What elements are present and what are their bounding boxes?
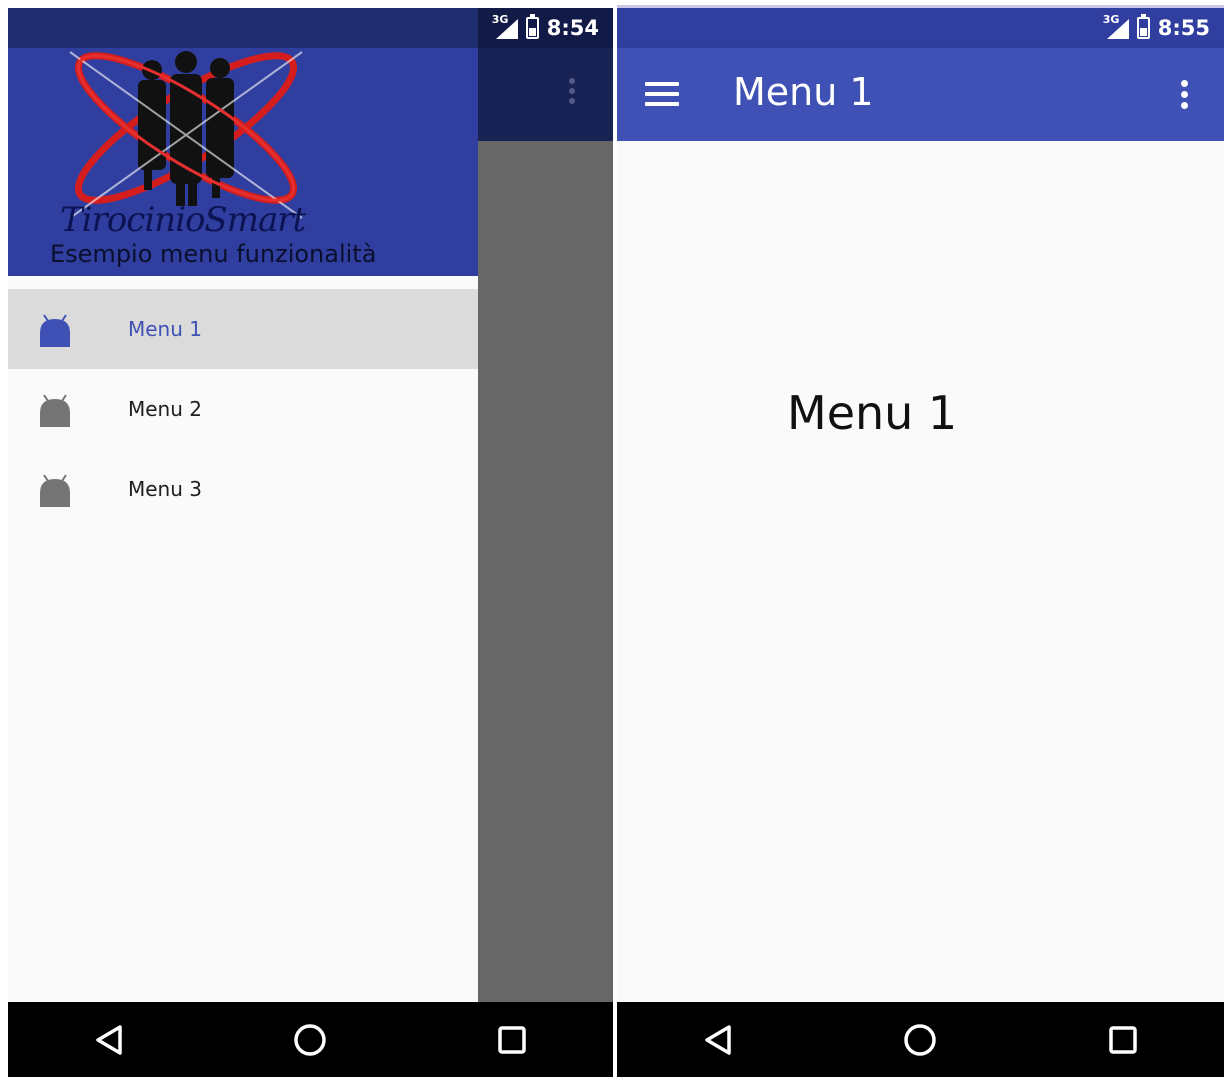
recents-square-icon [1109, 1025, 1137, 1054]
drawer-item-menu-1[interactable]: Menu 1 [8, 289, 478, 369]
drawer-subtitle: Esempio menu funzionalità [50, 240, 377, 268]
recents-square-icon [498, 1025, 526, 1054]
back-triangle-icon [96, 1024, 122, 1055]
drawer-header: TirocinioSmart Esempio menu funzionalità [8, 48, 478, 276]
main-content: Menu 1 [617, 141, 1224, 1002]
toolbar-title: Menu 1 [733, 70, 874, 114]
drawer-item-label: Menu 3 [128, 477, 202, 501]
home-circle-icon [904, 1023, 937, 1056]
drawer-menu: Menu 1 Menu 2 Menu 3 [8, 289, 478, 529]
dimmed-overflow-icon [565, 78, 579, 112]
app-toolbar: Menu 1 [617, 48, 1224, 141]
phone-screen-content: 3G 8:55 Menu 1 Menu 1 [617, 8, 1224, 1077]
system-nav-bar [8, 1002, 613, 1077]
back-triangle-icon [705, 1024, 731, 1055]
drawer-status-bar [8, 8, 478, 48]
business-team-logo [69, 51, 303, 219]
nav-back-button[interactable] [698, 1020, 738, 1060]
status-time: 8:55 [1157, 16, 1210, 40]
drawer-item-label: Menu 1 [128, 317, 202, 341]
hamburger-menu-icon[interactable] [645, 82, 679, 108]
drawer-scrim[interactable] [478, 141, 613, 1002]
overflow-menu-icon[interactable] [1177, 80, 1191, 114]
content-heading: Menu 1 [787, 386, 958, 440]
home-circle-icon [294, 1023, 327, 1056]
status-time: 8:54 [546, 16, 599, 40]
drawer-item-label: Menu 2 [128, 397, 202, 421]
nav-back-button[interactable] [89, 1020, 129, 1060]
navigation-drawer: TirocinioSmart Esempio menu funzionalità… [8, 8, 478, 1002]
android-icon [40, 394, 70, 427]
android-icon [40, 474, 70, 507]
nav-recents-button[interactable] [1103, 1020, 1143, 1060]
android-icon [40, 314, 70, 347]
battery-icon [525, 14, 539, 39]
drawer-item-menu-3[interactable]: Menu 3 [8, 449, 478, 529]
battery-icon [1136, 14, 1150, 39]
drawer-item-menu-2[interactable]: Menu 2 [8, 369, 478, 449]
nav-home-button[interactable] [900, 1020, 940, 1060]
phone-screen-drawer: 3G 8:54 TirocinioSmart Esempio menu funz… [8, 8, 613, 1077]
nav-recents-button[interactable] [492, 1020, 532, 1060]
signal-icon: 3G [1103, 13, 1129, 39]
logo-wordmark: TirocinioSmart [60, 200, 306, 240]
status-bar: 3G 8:54 [478, 8, 613, 48]
status-bar: 3G 8:55 [617, 8, 1224, 48]
nav-home-button[interactable] [290, 1020, 330, 1060]
signal-icon: 3G [492, 13, 518, 39]
screenshot-top-border [0, 0, 1224, 8]
system-nav-bar [617, 1002, 1224, 1077]
